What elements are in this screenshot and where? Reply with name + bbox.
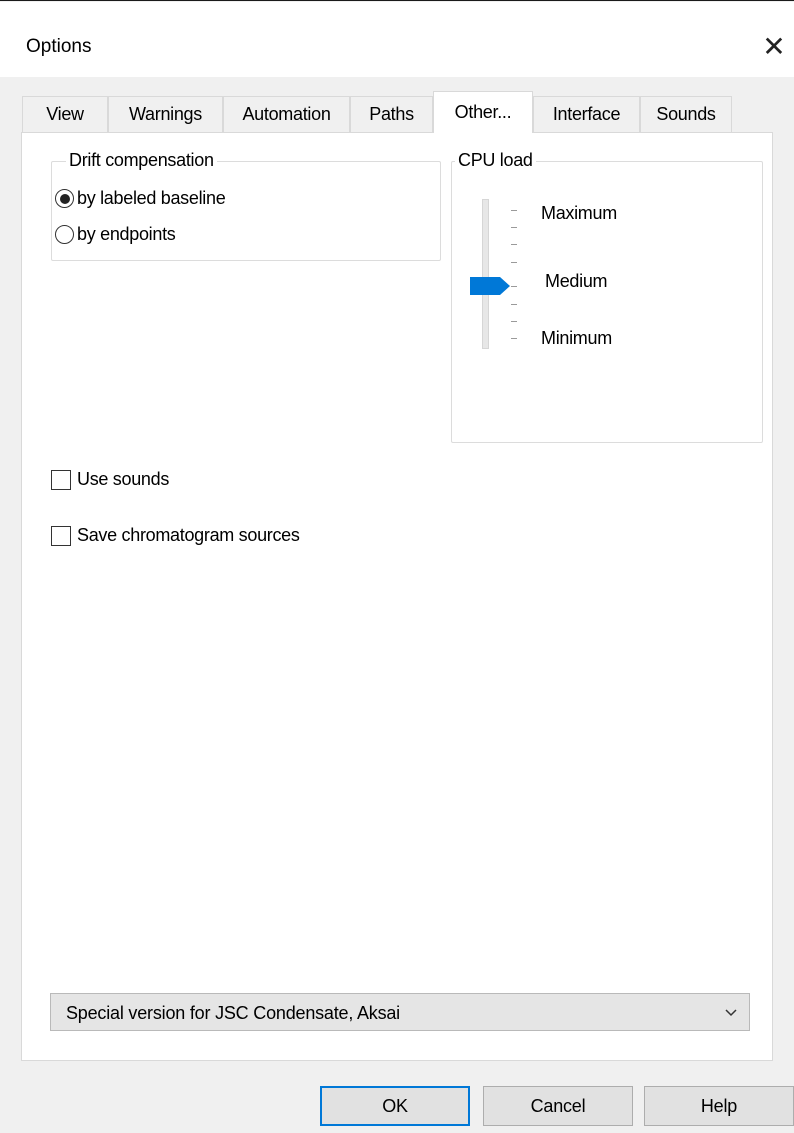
tab-label: Paths — [369, 104, 414, 124]
checkbox-use-sounds[interactable]: Use sounds — [51, 469, 169, 490]
version-select-value: Special version for JSC Condensate, Aksa… — [66, 1003, 400, 1023]
dialog-title: Options — [26, 36, 92, 57]
radio-label: by endpoints — [77, 224, 176, 244]
tab-interface[interactable]: Interface — [533, 96, 640, 132]
checkbox-box[interactable] — [51, 469, 71, 490]
checkbox-save-chromatogram-sources[interactable]: Save chromatogram sources — [51, 525, 300, 546]
tab-other[interactable]: Other... — [433, 91, 533, 133]
cpu-load-legend: CPU load — [455, 150, 536, 171]
tab-label: Interface — [552, 104, 621, 124]
tab-automation[interactable]: Automation — [223, 96, 350, 132]
chevron-down-icon — [725, 1009, 737, 1017]
radio-selected-dot — [59, 193, 70, 204]
slider-tick — [511, 244, 517, 245]
tab-label: Warnings — [129, 104, 202, 124]
cpu-load-slider-track[interactable] — [482, 199, 489, 349]
radio-label: by labeled baseline — [77, 188, 226, 208]
checkbox-label: Save chromatogram sources — [77, 525, 300, 545]
radio-by-labeled-baseline[interactable]: by labeled baseline — [55, 188, 226, 209]
tab-paths[interactable]: Paths — [350, 96, 433, 132]
slider-tick — [511, 262, 517, 263]
cancel-button[interactable]: Cancel — [483, 1086, 633, 1126]
title-bar: Options ✕ — [0, 2, 794, 77]
slider-tick — [511, 286, 517, 287]
radio-button[interactable] — [55, 225, 74, 244]
tab-sounds[interactable]: Sounds — [640, 96, 732, 132]
radio-by-endpoints[interactable]: by endpoints — [55, 224, 176, 245]
cpu-level-maximum: Maximum — [541, 203, 617, 223]
tab-label: Automation — [242, 104, 331, 124]
cpu-load-slider-thumb[interactable] — [470, 277, 510, 295]
cpu-level-medium: Medium — [545, 271, 608, 291]
options-dialog: Options ✕ View Warnings Automation Paths… — [0, 0, 794, 1133]
tab-warnings[interactable]: Warnings — [108, 96, 223, 132]
checkbox-label: Use sounds — [77, 469, 170, 489]
checkbox-box[interactable] — [51, 525, 71, 546]
drift-compensation-legend: Drift compensation — [66, 150, 217, 171]
close-icon: ✕ — [762, 30, 786, 62]
tab-view[interactable]: View — [22, 96, 108, 132]
radio-button[interactable] — [55, 189, 74, 208]
tab-label: Sounds — [656, 104, 716, 124]
tab-label: Other... — [454, 102, 512, 122]
close-button[interactable]: ✕ — [754, 24, 794, 68]
slider-tick — [511, 210, 517, 211]
slider-tick — [511, 227, 517, 228]
tab-label: View — [46, 104, 84, 124]
slider-tick — [511, 304, 517, 305]
cpu-level-minimum: Minimum — [541, 328, 612, 348]
slider-tick — [511, 321, 517, 322]
slider-tick — [511, 338, 517, 339]
drift-compensation-group: Drift compensation — [51, 150, 441, 261]
version-select[interactable]: Special version for JSC Condensate, Aksa… — [50, 993, 750, 1031]
help-button[interactable]: Help — [644, 1086, 794, 1126]
ok-button[interactable]: OK — [320, 1086, 470, 1126]
